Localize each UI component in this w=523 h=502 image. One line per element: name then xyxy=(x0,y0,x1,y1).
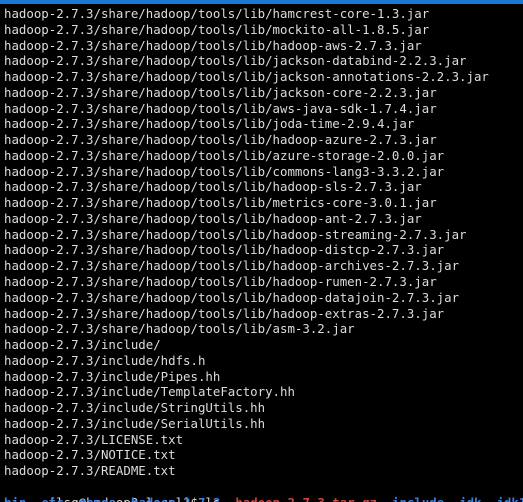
terminal-output-line: hadoop-2.7.3/share/hadoop/tools/lib/jack… xyxy=(4,84,437,100)
ls-entry-directory: hadoop-2.7.3 xyxy=(131,495,221,502)
terminal-output-line: hadoop-2.7.3/NOTICE.txt xyxy=(4,447,176,463)
ls-entry-directory: include xyxy=(392,495,444,502)
terminal-output-line: hadoop-2.7.3/share/hadoop/tools/lib/azur… xyxy=(4,147,445,163)
terminal-output-line: hadoop-2.7.3/share/hadoop/tools/lib/hado… xyxy=(4,132,437,148)
terminal-output-line: hadoop-2.7.3/include/SerialUtils.hh xyxy=(4,415,266,431)
terminal-output-line: hadoop-2.7.3/share/hadoop/tools/lib/aws-… xyxy=(4,100,437,116)
terminal-output-line: hadoop-2.7.3/share/hadoop/tools/lib/hado… xyxy=(4,258,460,274)
ls-entry-directory: bin xyxy=(4,495,26,502)
terminal-output-line: hadoop-2.7.3/share/hadoop/tools/lib/hado… xyxy=(4,226,467,242)
ls-entry-directory: jdk1.8 xyxy=(496,495,523,502)
terminal-output-line: hadoop-2.7.3/share/hadoop/tools/lib/hado… xyxy=(4,37,422,53)
ls-entry-separator xyxy=(116,495,131,502)
terminal-output-line: hadoop-2.7.3/README.txt xyxy=(4,463,176,479)
ls-entry-directory: etc xyxy=(41,495,63,502)
ls-entry-directory: jdk xyxy=(459,495,481,502)
terminal-output-line: hadoop-2.7.3/LICENSE.txt xyxy=(4,431,184,447)
terminal-output-line: hadoop-2.7.3/include/StringUtils.hh xyxy=(4,400,266,416)
terminal-output-line: hadoop-2.7.3/share/hadoop/tools/lib/hado… xyxy=(4,274,437,290)
ls-entry-separator xyxy=(220,495,235,502)
terminal-output-line: hadoop-2.7.3/share/hadoop/tools/lib/hado… xyxy=(4,210,422,226)
terminal-output-line: hadoop-2.7.3/share/hadoop/tools/lib/jack… xyxy=(4,69,489,85)
terminal-output-line: hadoop-2.7.3/share/hadoop/tools/lib/jack… xyxy=(4,53,467,69)
terminal-output-region: hadoop-2.7.3/share/hadoop/tools/lib/hamc… xyxy=(4,6,523,479)
terminal-output-line: hadoop-2.7.3/share/hadoop/tools/lib/joda… xyxy=(4,116,415,132)
command-prompt-line: [lsq@hadoop0 local]$ ls xyxy=(4,479,523,502)
terminal-output-line: hadoop-2.7.3/share/hadoop/tools/lib/comm… xyxy=(4,163,445,179)
terminal-output-line: hadoop-2.7.3/include/hdfs.h xyxy=(4,352,206,368)
ls-output-line: bin etc games hadoop-2.7.3 hadoop-2.7.3.… xyxy=(4,495,523,502)
terminal-output-line: hadoop-2.7.3/share/hadoop/tools/lib/hado… xyxy=(4,242,445,258)
ls-entry-separator xyxy=(482,495,497,502)
ls-entry-separator xyxy=(377,495,392,502)
terminal-output-line: hadoop-2.7.3/share/hadoop/tools/lib/hado… xyxy=(4,179,422,195)
terminal-screen[interactable]: hadoop-2.7.3/share/hadoop/tools/lib/hamc… xyxy=(0,4,523,502)
ls-entry-archive: hadoop-2.7.3.tar.gz xyxy=(235,495,377,502)
terminal-output-line: hadoop-2.7.3/share/hadoop/tools/lib/hado… xyxy=(4,289,460,305)
terminal-output-line: hadoop-2.7.3/share/hadoop/tools/lib/hado… xyxy=(4,305,445,321)
terminal-output-line: hadoop-2.7.3/include/TemplateFactory.hh xyxy=(4,384,295,400)
terminal-output-line: hadoop-2.7.3/share/hadoop/tools/lib/hamc… xyxy=(4,6,430,21)
terminal-window: hadoop-2.7.3/share/hadoop/tools/lib/hamc… xyxy=(0,0,523,502)
ls-entry-separator xyxy=(444,495,459,502)
terminal-output-line: hadoop-2.7.3/share/hadoop/tools/lib/asm-… xyxy=(4,321,355,337)
ls-entry-separator xyxy=(26,495,41,502)
terminal-output-line: hadoop-2.7.3/include/ xyxy=(4,337,161,353)
terminal-output-line: hadoop-2.7.3/include/Pipes.hh xyxy=(4,368,221,384)
terminal-output-line: hadoop-2.7.3/share/hadoop/tools/lib/mock… xyxy=(4,21,430,37)
ls-entry-directory: games xyxy=(79,495,116,502)
ls-entry-separator xyxy=(64,495,79,502)
terminal-output-line: hadoop-2.7.3/share/hadoop/tools/lib/metr… xyxy=(4,195,437,211)
